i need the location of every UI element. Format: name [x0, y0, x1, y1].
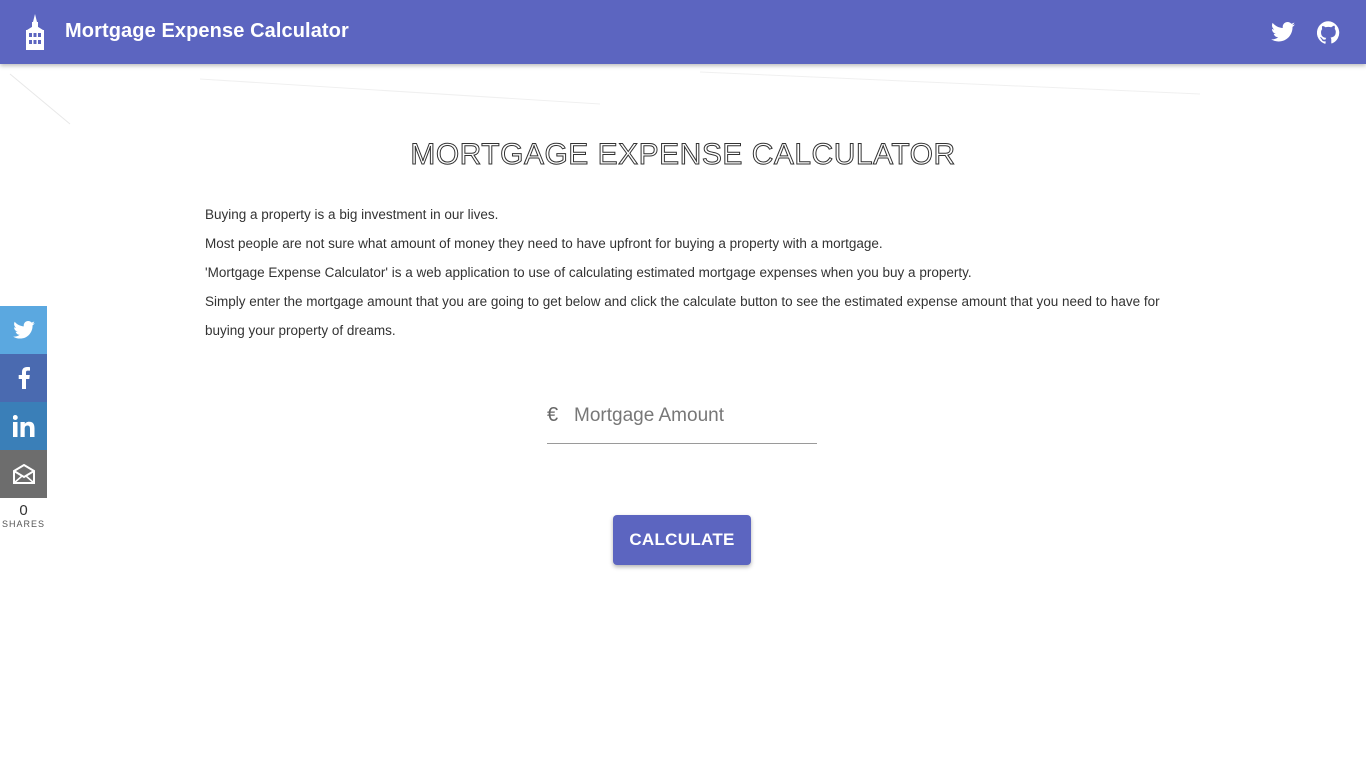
facebook-icon — [18, 367, 30, 389]
share-email-button[interactable] — [0, 450, 47, 498]
app-title: Mortgage Expense Calculator — [65, 20, 349, 42]
share-label: SHARES — [1, 519, 45, 529]
intro-paragraph: Most people are not sure what amount of … — [205, 236, 883, 251]
intro-paragraph: Buying a property is a big investment in… — [205, 207, 499, 222]
share-twitter-button[interactable] — [0, 306, 47, 354]
intro-paragraph: Simply enter the mortgage amount that yo… — [205, 294, 1160, 338]
mortgage-amount-field: € — [547, 395, 817, 444]
mortgage-amount-input[interactable] — [572, 401, 816, 431]
share-count: 0 — [19, 502, 28, 519]
linkedin-icon — [12, 415, 34, 437]
app-bar: Mortgage Expense Calculator — [0, 0, 1366, 64]
twitter-icon[interactable] — [1271, 21, 1295, 43]
github-icon[interactable] — [1317, 21, 1340, 44]
building-logo-icon[interactable] — [24, 14, 46, 50]
share-facebook-button[interactable] — [0, 354, 47, 402]
calculate-button[interactable]: CALCULATE — [613, 515, 751, 565]
intro-text: Buying a property is a big investment in… — [205, 200, 1165, 345]
page-heading: MORTGAGE EXPENSE CALCULATOR — [410, 138, 956, 172]
euro-prefix: € — [547, 404, 559, 426]
intro-paragraph: 'Mortgage Expense Calculator' is a web a… — [205, 265, 972, 280]
share-sidebar: 0 SHARES — [0, 306, 47, 529]
share-linkedin-button[interactable] — [0, 402, 47, 450]
email-icon — [12, 464, 35, 484]
twitter-icon — [12, 321, 35, 339]
